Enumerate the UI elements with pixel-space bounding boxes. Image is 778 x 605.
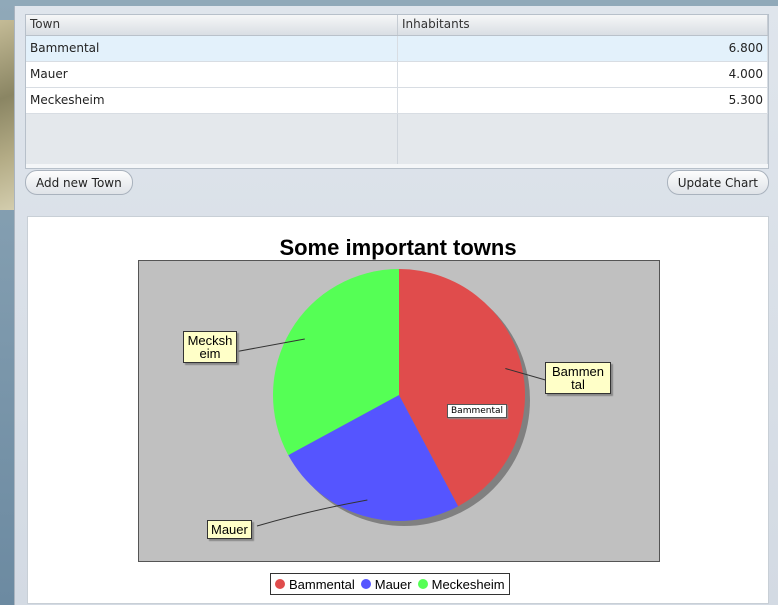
cell-inhabitants[interactable]: 5.300: [398, 88, 768, 113]
slice-label-meckesheim-text: Mecksh eim: [187, 333, 233, 361]
slice-label-mauer-text: Mauer: [211, 522, 248, 537]
legend-label: Mauer: [374, 576, 412, 592]
empty-cell: [398, 114, 768, 164]
table-empty-area: [26, 114, 768, 164]
add-town-button[interactable]: Add new Town: [25, 170, 133, 195]
column-header-inhabitants[interactable]: Inhabitants: [398, 15, 768, 35]
update-chart-button[interactable]: Update Chart: [666, 170, 769, 195]
legend-dot: [360, 579, 371, 589]
slice-label-meckesheim: Mecksh eim: [183, 331, 237, 363]
cell-town[interactable]: Mauer: [26, 62, 398, 87]
legend-label: Bammental: [289, 576, 355, 592]
legend-item: Bammental: [275, 577, 355, 592]
table-row[interactable]: Meckesheim 5.300: [26, 88, 768, 114]
empty-cell: [26, 114, 398, 164]
app-window: Town Inhabitants Bammental 6.800 Mauer 4…: [14, 6, 778, 605]
plot-area: Mecksh eim Bammen tal Mauer Bammental: [138, 260, 660, 562]
legend-dot: [275, 579, 285, 589]
pie-chart: [228, 269, 550, 527]
chart-title: Some important towns: [279, 235, 517, 260]
table-row[interactable]: Mauer 4.000: [26, 62, 768, 88]
slice-label-bammental: Bammen tal: [545, 362, 611, 394]
legend-item: Mauer: [360, 576, 412, 592]
slice-label-mauer: Mauer: [207, 520, 252, 539]
column-header-town[interactable]: Town: [26, 15, 398, 35]
chart-legend: Bammental Mauer Meckesheim: [270, 573, 510, 595]
legend-dot: [417, 579, 428, 589]
cell-town[interactable]: Meckesheim: [26, 88, 398, 113]
chart-panel: Some important towns Mecksh eim Bammen t…: [27, 216, 769, 604]
slice-label-bammental-text: Bammen tal: [551, 364, 605, 392]
table-header: Town Inhabitants: [26, 15, 768, 36]
table-row[interactable]: Bammental 6.800: [26, 36, 768, 62]
tooltip: Bammental: [447, 404, 508, 418]
cell-town[interactable]: Bammental: [26, 36, 398, 61]
cell-inhabitants[interactable]: 4.000: [398, 62, 768, 87]
legend-item: Meckesheim: [417, 576, 505, 592]
cell-inhabitants[interactable]: 6.800: [398, 36, 768, 61]
legend-label: Meckesheim: [431, 576, 505, 592]
towns-table: Town Inhabitants Bammental 6.800 Mauer 4…: [25, 14, 769, 169]
